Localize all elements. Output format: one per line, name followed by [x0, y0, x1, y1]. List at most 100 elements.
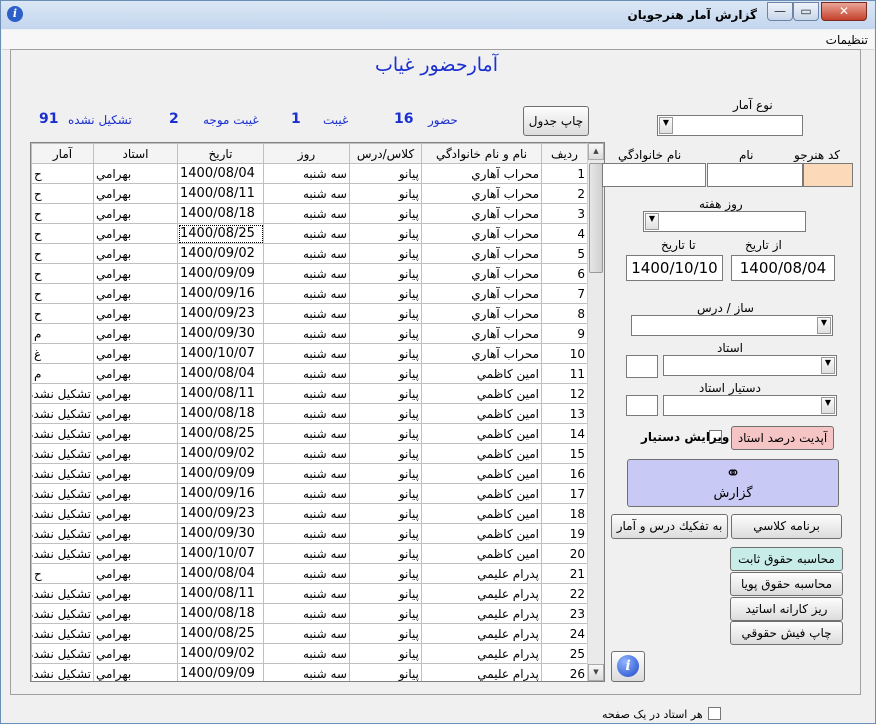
help-button[interactable]: i [611, 651, 645, 682]
student-name[interactable]: محراب آهاري [421, 243, 542, 264]
row-number[interactable]: 19 [541, 523, 588, 544]
chevron-down-icon[interactable]: ▼ [659, 117, 673, 134]
date-cell[interactable]: 1400/08/11 [177, 383, 264, 404]
row-number[interactable]: 10 [541, 343, 588, 364]
chevron-down-icon[interactable]: ▼ [821, 357, 835, 374]
table-row[interactable]: 16 امين كاظمي پيانو سه شنبه 1400/09/09 بهرامي… [31, 463, 588, 484]
class-name[interactable]: پيانو [349, 563, 422, 584]
assistant-select[interactable]: ▼ [663, 395, 837, 416]
teacher-cell[interactable]: بهرامي [93, 303, 178, 324]
row-number[interactable]: 11 [541, 363, 588, 384]
table-row[interactable]: 24 پدرام عليمي پيانو سه شنبه 1400/08/25 بهرام… [31, 623, 588, 644]
day-cell[interactable]: سه شنبه [263, 603, 350, 624]
class-name[interactable]: پيانو [349, 603, 422, 624]
instrument-select[interactable]: ▼ [631, 315, 833, 336]
table-row[interactable]: 8 محراب آهاري پيانو سه شنبه 1400/09/23 بهرامي… [31, 303, 588, 324]
date-cell[interactable]: 1400/08/25 [177, 623, 264, 644]
class-name[interactable]: پيانو [349, 283, 422, 304]
row-number[interactable]: 15 [541, 443, 588, 464]
stat-cell[interactable]: ح [31, 223, 94, 244]
stat-cell[interactable]: م [31, 363, 94, 384]
teacher-cell[interactable]: بهرامي [93, 443, 178, 464]
from-date-input[interactable]: 1400/08/04 [731, 255, 835, 281]
student-name[interactable]: امين كاظمي [421, 383, 542, 404]
teacher-cell[interactable]: بهرامي [93, 423, 178, 444]
day-cell[interactable]: سه شنبه [263, 263, 350, 284]
date-cell[interactable]: 1400/08/11 [177, 583, 264, 604]
student-name[interactable]: امين كاظمي [421, 483, 542, 504]
scroll-thumb[interactable] [589, 163, 603, 273]
stat-cell[interactable]: تشكيل نشده [31, 663, 94, 681]
day-cell[interactable]: سه شنبه [263, 403, 350, 424]
student-name[interactable]: پدرام عليمي [421, 623, 542, 644]
teacher-cell[interactable]: بهرامي [93, 323, 178, 344]
student-name[interactable]: محراب آهاري [421, 283, 542, 304]
table-scrollbar[interactable]: ▲ ▼ [587, 143, 604, 681]
close-button[interactable]: ✕ [821, 2, 867, 21]
row-number[interactable]: 23 [541, 603, 588, 624]
stat-cell[interactable]: ح [31, 203, 94, 224]
teacher-cell[interactable]: بهرامي [93, 243, 178, 264]
stat-cell[interactable]: تشكيل نشده [31, 463, 94, 484]
student-name[interactable]: پدرام عليمي [421, 563, 542, 584]
day-cell[interactable]: سه شنبه [263, 343, 350, 364]
scroll-up-arrow-icon[interactable]: ▲ [588, 143, 604, 160]
class-name[interactable]: پيانو [349, 263, 422, 284]
day-cell[interactable]: سه شنبه [263, 283, 350, 304]
class-name[interactable]: پيانو [349, 443, 422, 464]
stat-cell[interactable]: تشكيل نشده [31, 443, 94, 464]
student-name[interactable]: امين كاظمي [421, 543, 542, 564]
row-number[interactable]: 4 [541, 223, 588, 244]
row-number[interactable]: 24 [541, 623, 588, 644]
table-row[interactable]: 18 امين كاظمي پيانو سه شنبه 1400/09/23 بهرامي… [31, 503, 588, 524]
table-row[interactable]: 1 محراب آهاري پيانو سه شنبه 1400/08/04 بهرامي… [31, 163, 588, 184]
day-cell[interactable]: سه شنبه [263, 523, 350, 544]
day-cell[interactable]: سه شنبه [263, 383, 350, 404]
stat-cell[interactable]: م [31, 323, 94, 344]
table-row[interactable]: 3 محراب آهاري پيانو سه شنبه 1400/08/18 بهرامي… [31, 203, 588, 224]
day-cell[interactable]: سه شنبه [263, 163, 350, 184]
table-row[interactable]: 13 امين كاظمي پيانو سه شنبه 1400/08/18 بهرامي… [31, 403, 588, 424]
stat-cell[interactable]: غ [31, 343, 94, 364]
table-row[interactable]: 11 امين كاظمي پيانو سه شنبه 1400/08/04 بهرامي… [31, 363, 588, 384]
student-name[interactable]: محراب آهاري [421, 183, 542, 204]
day-cell[interactable]: سه شنبه [263, 623, 350, 644]
fixed-salary-button[interactable]: محاسبه حقوق ثابت [730, 547, 843, 571]
teacher-cell[interactable]: بهرامي [93, 563, 178, 584]
table-row[interactable]: 25 پدرام عليمي پيانو سه شنبه 1400/09/02 بهرام… [31, 643, 588, 664]
minimize-button[interactable]: — [767, 2, 793, 21]
row-number[interactable]: 12 [541, 383, 588, 404]
teacher-cell[interactable]: بهرامي [93, 523, 178, 544]
student-name[interactable]: پدرام عليمي [421, 643, 542, 664]
day-cell[interactable]: سه شنبه [263, 643, 350, 664]
teacher-cell[interactable]: بهرامي [93, 383, 178, 404]
row-number[interactable]: 1 [541, 163, 588, 184]
day-cell[interactable]: سه شنبه [263, 563, 350, 584]
to-date-input[interactable]: 1400/10/10 [626, 255, 723, 281]
date-cell[interactable]: 1400/08/04 [177, 163, 264, 184]
row-number[interactable]: 20 [541, 543, 588, 564]
class-name[interactable]: پيانو [349, 183, 422, 204]
stat-cell[interactable]: ح [31, 243, 94, 264]
day-cell[interactable]: سه شنبه [263, 443, 350, 464]
teacher-cell[interactable]: بهرامي [93, 483, 178, 504]
table-row[interactable]: 26 پدرام عليمي پيانو سه شنبه 1400/09/09 بهرام… [31, 663, 588, 681]
row-number[interactable]: 22 [541, 583, 588, 604]
stat-cell[interactable]: ح [31, 263, 94, 284]
date-cell[interactable]: 1400/09/16 [177, 283, 264, 304]
table-row[interactable]: 22 پدرام عليمي پيانو سه شنبه 1400/08/11 بهرام… [31, 583, 588, 604]
row-number[interactable]: 5 [541, 243, 588, 264]
menu-settings[interactable]: تنظيمات [826, 33, 868, 47]
teacher-cell[interactable]: بهرامي [93, 183, 178, 204]
table-row[interactable]: 5 محراب آهاري پيانو سه شنبه 1400/09/02 بهرامي… [31, 243, 588, 264]
class-name[interactable]: پيانو [349, 323, 422, 344]
date-cell[interactable]: 1400/09/09 [177, 263, 264, 284]
teacher-cell[interactable]: بهرامي [93, 263, 178, 284]
table-row[interactable]: 19 امين كاظمي پيانو سه شنبه 1400/09/30 بهرامي… [31, 523, 588, 544]
date-cell[interactable]: 1400/09/23 [177, 303, 264, 324]
stat-cell[interactable]: تشكيل نشده [31, 623, 94, 644]
teacher-cell[interactable]: بهرامي [93, 583, 178, 604]
date-cell[interactable]: 1400/09/23 [177, 503, 264, 524]
day-cell[interactable]: سه شنبه [263, 303, 350, 324]
teacher-cell[interactable]: بهرامي [93, 223, 178, 244]
